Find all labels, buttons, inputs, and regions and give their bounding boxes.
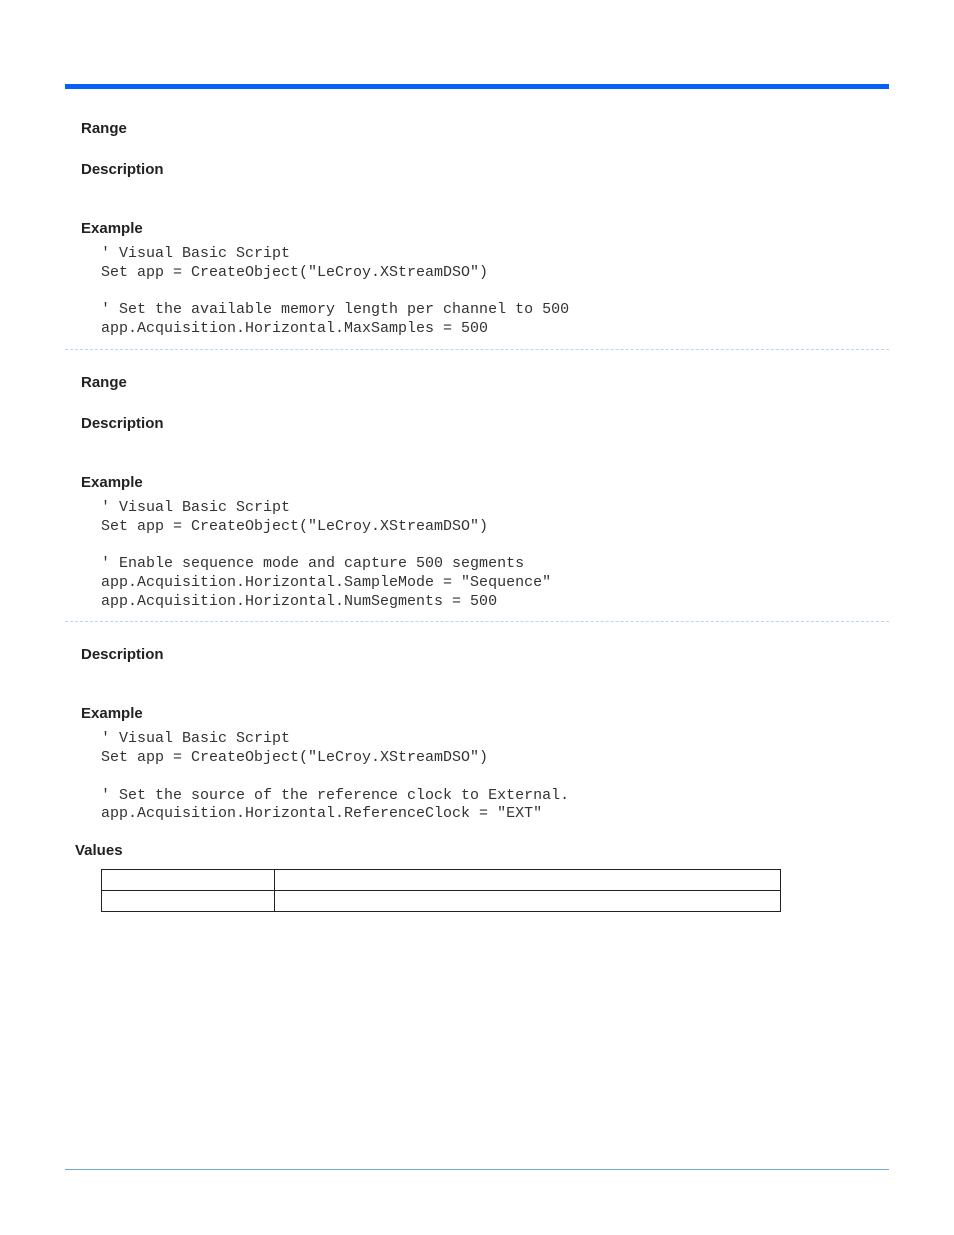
example-heading: Example	[81, 220, 889, 237]
range-heading: Range	[81, 120, 889, 137]
description-heading: Description	[81, 161, 889, 178]
table-row	[102, 870, 781, 891]
page-content: Range Description Example ' Visual Basic…	[81, 120, 889, 912]
description-heading: Description	[81, 646, 889, 663]
range-heading: Range	[81, 374, 889, 391]
example-code: ' Visual Basic Script Set app = CreateOb…	[101, 245, 889, 339]
table-cell	[102, 891, 275, 912]
description-heading: Description	[81, 415, 889, 432]
example-heading: Example	[81, 705, 889, 722]
table-cell	[275, 891, 781, 912]
section-divider	[65, 349, 889, 350]
table-cell	[102, 870, 275, 891]
values-table	[101, 869, 781, 912]
footer-separator	[65, 1169, 889, 1170]
section-divider	[65, 621, 889, 622]
example-code: ' Visual Basic Script Set app = CreateOb…	[101, 499, 889, 612]
example-code: ' Visual Basic Script Set app = CreateOb…	[101, 730, 889, 824]
table-cell	[275, 870, 781, 891]
table-row	[102, 891, 781, 912]
example-heading: Example	[81, 474, 889, 491]
header-separator	[65, 84, 889, 89]
values-heading: Values	[75, 842, 889, 859]
